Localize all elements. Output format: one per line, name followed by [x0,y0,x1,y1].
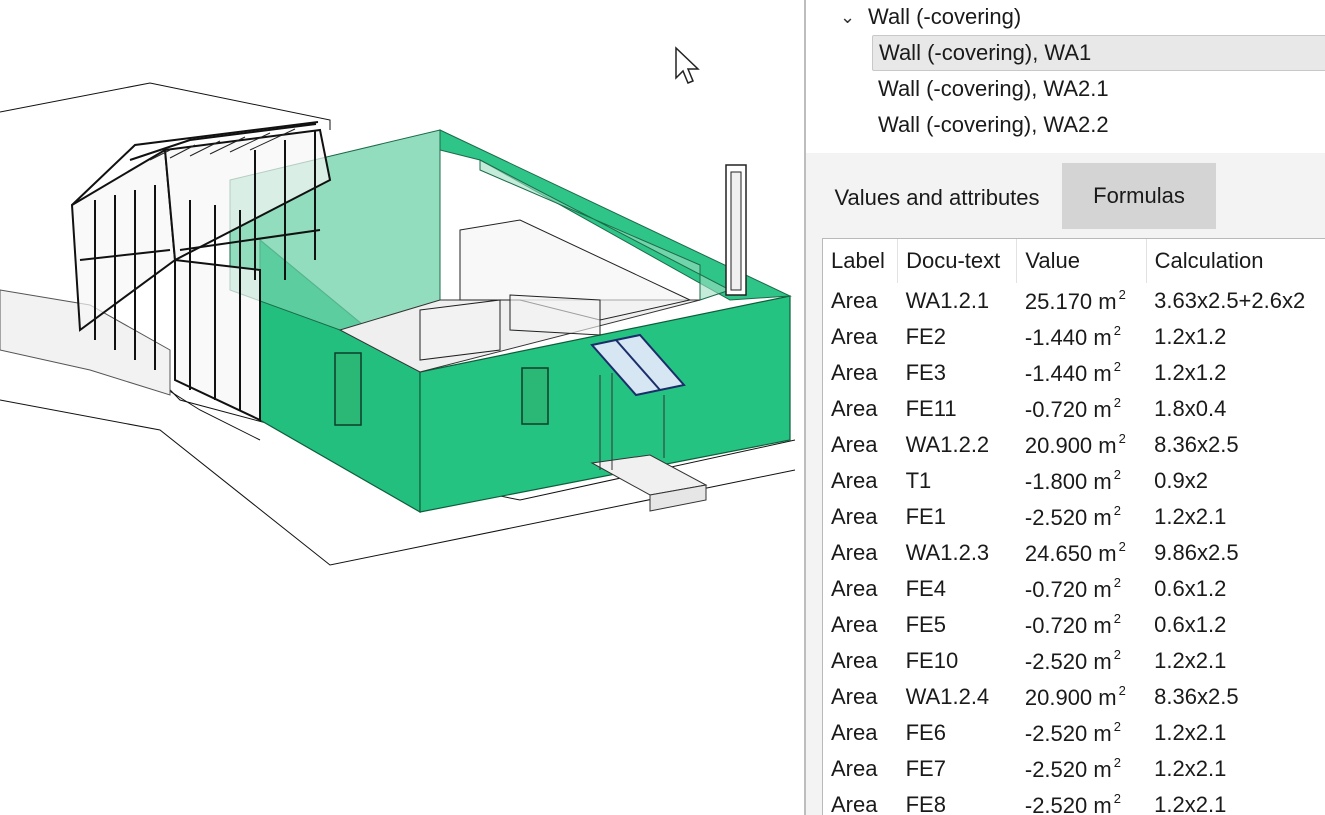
cell-value: -0.720 m2 [1024,575,1121,602]
table-row[interactable]: Area T1 -1.800 m 2 0.9x2 [823,463,1325,499]
cell-label: Area [831,324,878,349]
table-row[interactable]: Area FE5 -0.720 m 2 0.6x1.2 [823,607,1325,643]
table-row[interactable]: Area FE8 -2.520 m 2 1.2x2.1 [823,787,1325,815]
cell-calculation: 3.63x2.5+2.6x2 [1154,288,1306,313]
cell-docu-text: FE4 [905,576,946,601]
cell-value: 20.900 m2 [1024,683,1126,710]
table-row[interactable]: Area WA1.2.3 24.650 m 2 9.86x2.5 [823,535,1325,571]
properties-panel: ⌄ Wall (-covering) Wall (-covering), WA1… [806,0,1325,815]
cell-calculation: 1.2x2.1 [1154,648,1227,673]
table-row[interactable]: Area WA1.2.1 25.170 m 2 3.63x2.5+2.6x2 [823,283,1325,319]
cell-value: -2.520 m2 [1024,719,1121,746]
cell-docu-text: WA1.2.2 [905,432,990,457]
table-row[interactable]: Area WA1.2.4 20.900 m 2 8.36x2.5 [823,679,1325,715]
cell-label: Area [831,756,878,781]
cell-calculation: 1.2x2.1 [1154,756,1227,781]
tab-bar: Values and attributes Formulas [806,163,1325,229]
cell-label: Area [831,504,878,529]
table-row[interactable]: Area FE11 -0.720 m 2 1.8x0.4 [823,391,1325,427]
cell-value: -1.440 m2 [1024,359,1121,386]
cell-docu-text: FE3 [905,360,946,385]
cell-label: Area [831,360,878,385]
table-row[interactable]: Area FE1 -2.520 m 2 1.2x2.1 [823,499,1325,535]
cell-value: -2.520 m2 [1024,791,1121,815]
cell-docu-text: FE8 [905,792,946,815]
cell-label: Area [831,540,878,565]
cell-calculation: 0.6x1.2 [1154,612,1227,637]
table-row[interactable]: Area FE2 -1.440 m 2 1.2x1.2 [823,319,1325,355]
table-row[interactable]: Area FE7 -2.520 m 2 1.2x2.1 [823,751,1325,787]
cell-calculation: 8.36x2.5 [1154,432,1239,457]
cell-value: -2.520 m2 [1024,755,1121,782]
cell-label: Area [831,684,878,709]
cell-label: Area [831,648,878,673]
cell-value: -1.800 m2 [1024,467,1121,494]
cell-calculation: 1.2x2.1 [1154,504,1227,529]
grid-header-row: Label Docu-text Value Calculation [823,239,1325,283]
tree-node-wall-covering[interactable]: ⌄ Wall (-covering) [840,0,1021,34]
tree-item-wa2-2[interactable]: Wall (-covering), WA2.2 [872,108,1325,142]
cell-label: Area [831,576,878,601]
cell-value: -1.440 m2 [1024,323,1121,350]
cell-label: Area [831,792,878,815]
cell-calculation: 1.2x1.2 [1154,360,1227,385]
cell-value: -0.720 m2 [1024,611,1121,638]
cell-label: Area [831,720,878,745]
tree-item-label: Wall (-covering), WA2.2 [878,112,1109,137]
building-model [0,82,796,566]
cell-docu-text: FE6 [905,720,946,745]
cell-docu-text: WA1.2.1 [905,288,990,313]
tree-node-label: Wall (-covering) [868,4,1022,29]
formula-grid[interactable]: Label Docu-text Value Calculation Area WA… [822,238,1325,815]
cell-label: Area [831,612,878,637]
column-header-label[interactable]: Label [823,239,899,283]
cell-value: -0.720 m2 [1024,395,1121,422]
cell-calculation: 1.2x1.2 [1154,324,1227,349]
chevron-down-icon[interactable]: ⌄ [840,0,868,34]
cell-docu-text: FE2 [905,324,946,349]
cell-value: 24.650 m2 [1024,539,1126,566]
table-row[interactable]: Area FE10 -2.520 m 2 1.2x2.1 [823,643,1325,679]
tree-item-label: Wall (-covering), WA2.1 [878,76,1109,101]
cell-docu-text: FE1 [905,504,946,529]
cell-calculation: 1.2x2.1 [1154,792,1227,815]
cell-docu-text: T1 [905,468,932,493]
cell-docu-text: WA1.2.3 [905,540,990,565]
table-row[interactable]: Area FE6 -2.520 m 2 1.2x2.1 [823,715,1325,751]
column-header-calculation[interactable]: Calculation [1146,239,1325,283]
cell-value: 25.170 m2 [1024,287,1126,314]
cell-docu-text: FE11 [905,396,957,421]
table-row[interactable]: Area WA1.2.2 20.900 m 2 8.36x2.5 [823,427,1325,463]
cell-value: -2.520 m2 [1024,647,1121,674]
cell-calculation: 1.2x2.1 [1154,720,1227,745]
table-row[interactable]: Area FE3 -1.440 m 2 1.2x1.2 [823,355,1325,391]
tab-values-and-attributes[interactable]: Values and attributes [814,163,1060,229]
cell-value: 20.900 m2 [1024,431,1126,458]
cell-label: Area [831,396,878,421]
tree-item-label: Wall (-covering), WA1 [879,40,1092,65]
3d-viewport[interactable] [0,0,805,815]
cell-docu-text: FE7 [905,756,946,781]
mouse-cursor-icon [675,46,700,84]
cell-label: Area [831,432,878,457]
cell-calculation: 0.9x2 [1154,468,1208,493]
cell-docu-text: FE10 [905,648,959,673]
cell-calculation: 0.6x1.2 [1154,576,1227,601]
cell-label: Area [831,468,878,493]
cell-value: -2.520 m2 [1024,503,1121,530]
column-header-docu-text[interactable]: Docu-text [897,239,1018,283]
element-tree[interactable]: ⌄ Wall (-covering) Wall (-covering), WA1… [806,0,1325,153]
column-header-value[interactable]: Value [1016,239,1147,283]
tree-item-wa1[interactable]: Wall (-covering), WA1 [872,35,1325,71]
cell-docu-text: WA1.2.4 [905,684,990,709]
cell-calculation: 1.8x0.4 [1154,396,1227,421]
cell-label: Area [831,288,878,313]
table-row[interactable]: Area FE4 -0.720 m 2 0.6x1.2 [823,571,1325,607]
tab-formulas[interactable]: Formulas [1062,163,1216,229]
cell-calculation: 8.36x2.5 [1154,684,1239,709]
cell-docu-text: FE5 [905,612,946,637]
tree-item-wa2-1[interactable]: Wall (-covering), WA2.1 [872,72,1325,106]
cell-calculation: 9.86x2.5 [1154,540,1239,565]
